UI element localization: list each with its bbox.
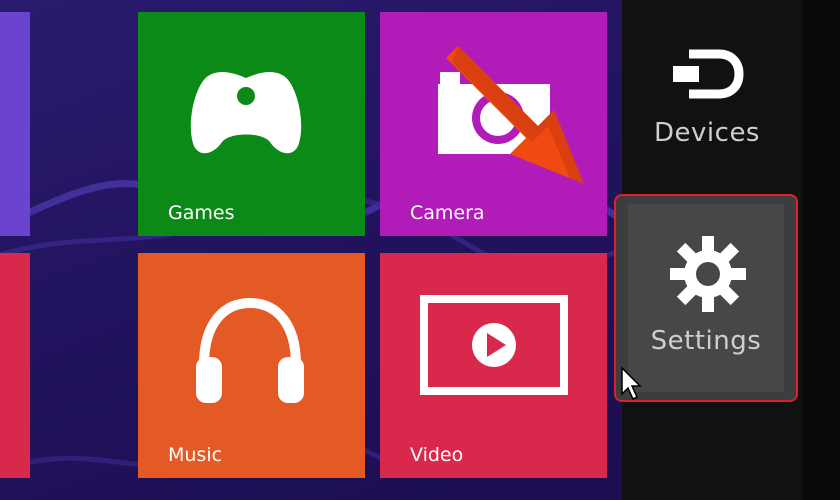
tile-partial-bottom[interactable]	[0, 253, 30, 478]
charm-devices[interactable]: Devices	[622, 40, 792, 180]
tile-video[interactable]: Video	[380, 253, 607, 478]
annotation-arrow	[446, 46, 584, 184]
charm-label-settings: Settings	[650, 326, 762, 356]
tile-label-camera: Camera	[410, 202, 485, 224]
devices-icon	[673, 49, 744, 99]
tile-label-music: Music	[168, 444, 223, 466]
start-screen: Games Camera Music Video	[0, 0, 622, 500]
tile-games[interactable]: Games	[138, 12, 365, 236]
mouse-cursor-icon	[621, 366, 642, 401]
gamepad-icon	[190, 72, 302, 154]
tile-partial-top[interactable]	[0, 12, 30, 236]
charms-bar-edge	[802, 0, 840, 500]
tile-label-games: Games	[168, 202, 235, 224]
charm-label-devices: Devices	[654, 118, 760, 148]
video-icon	[420, 295, 568, 395]
charms-bar: Devices Settings	[614, 0, 840, 500]
gear-icon	[670, 236, 746, 312]
headphones-icon	[196, 297, 304, 403]
tile-label-video: Video	[410, 444, 464, 466]
tile-music[interactable]: Music	[138, 253, 365, 478]
